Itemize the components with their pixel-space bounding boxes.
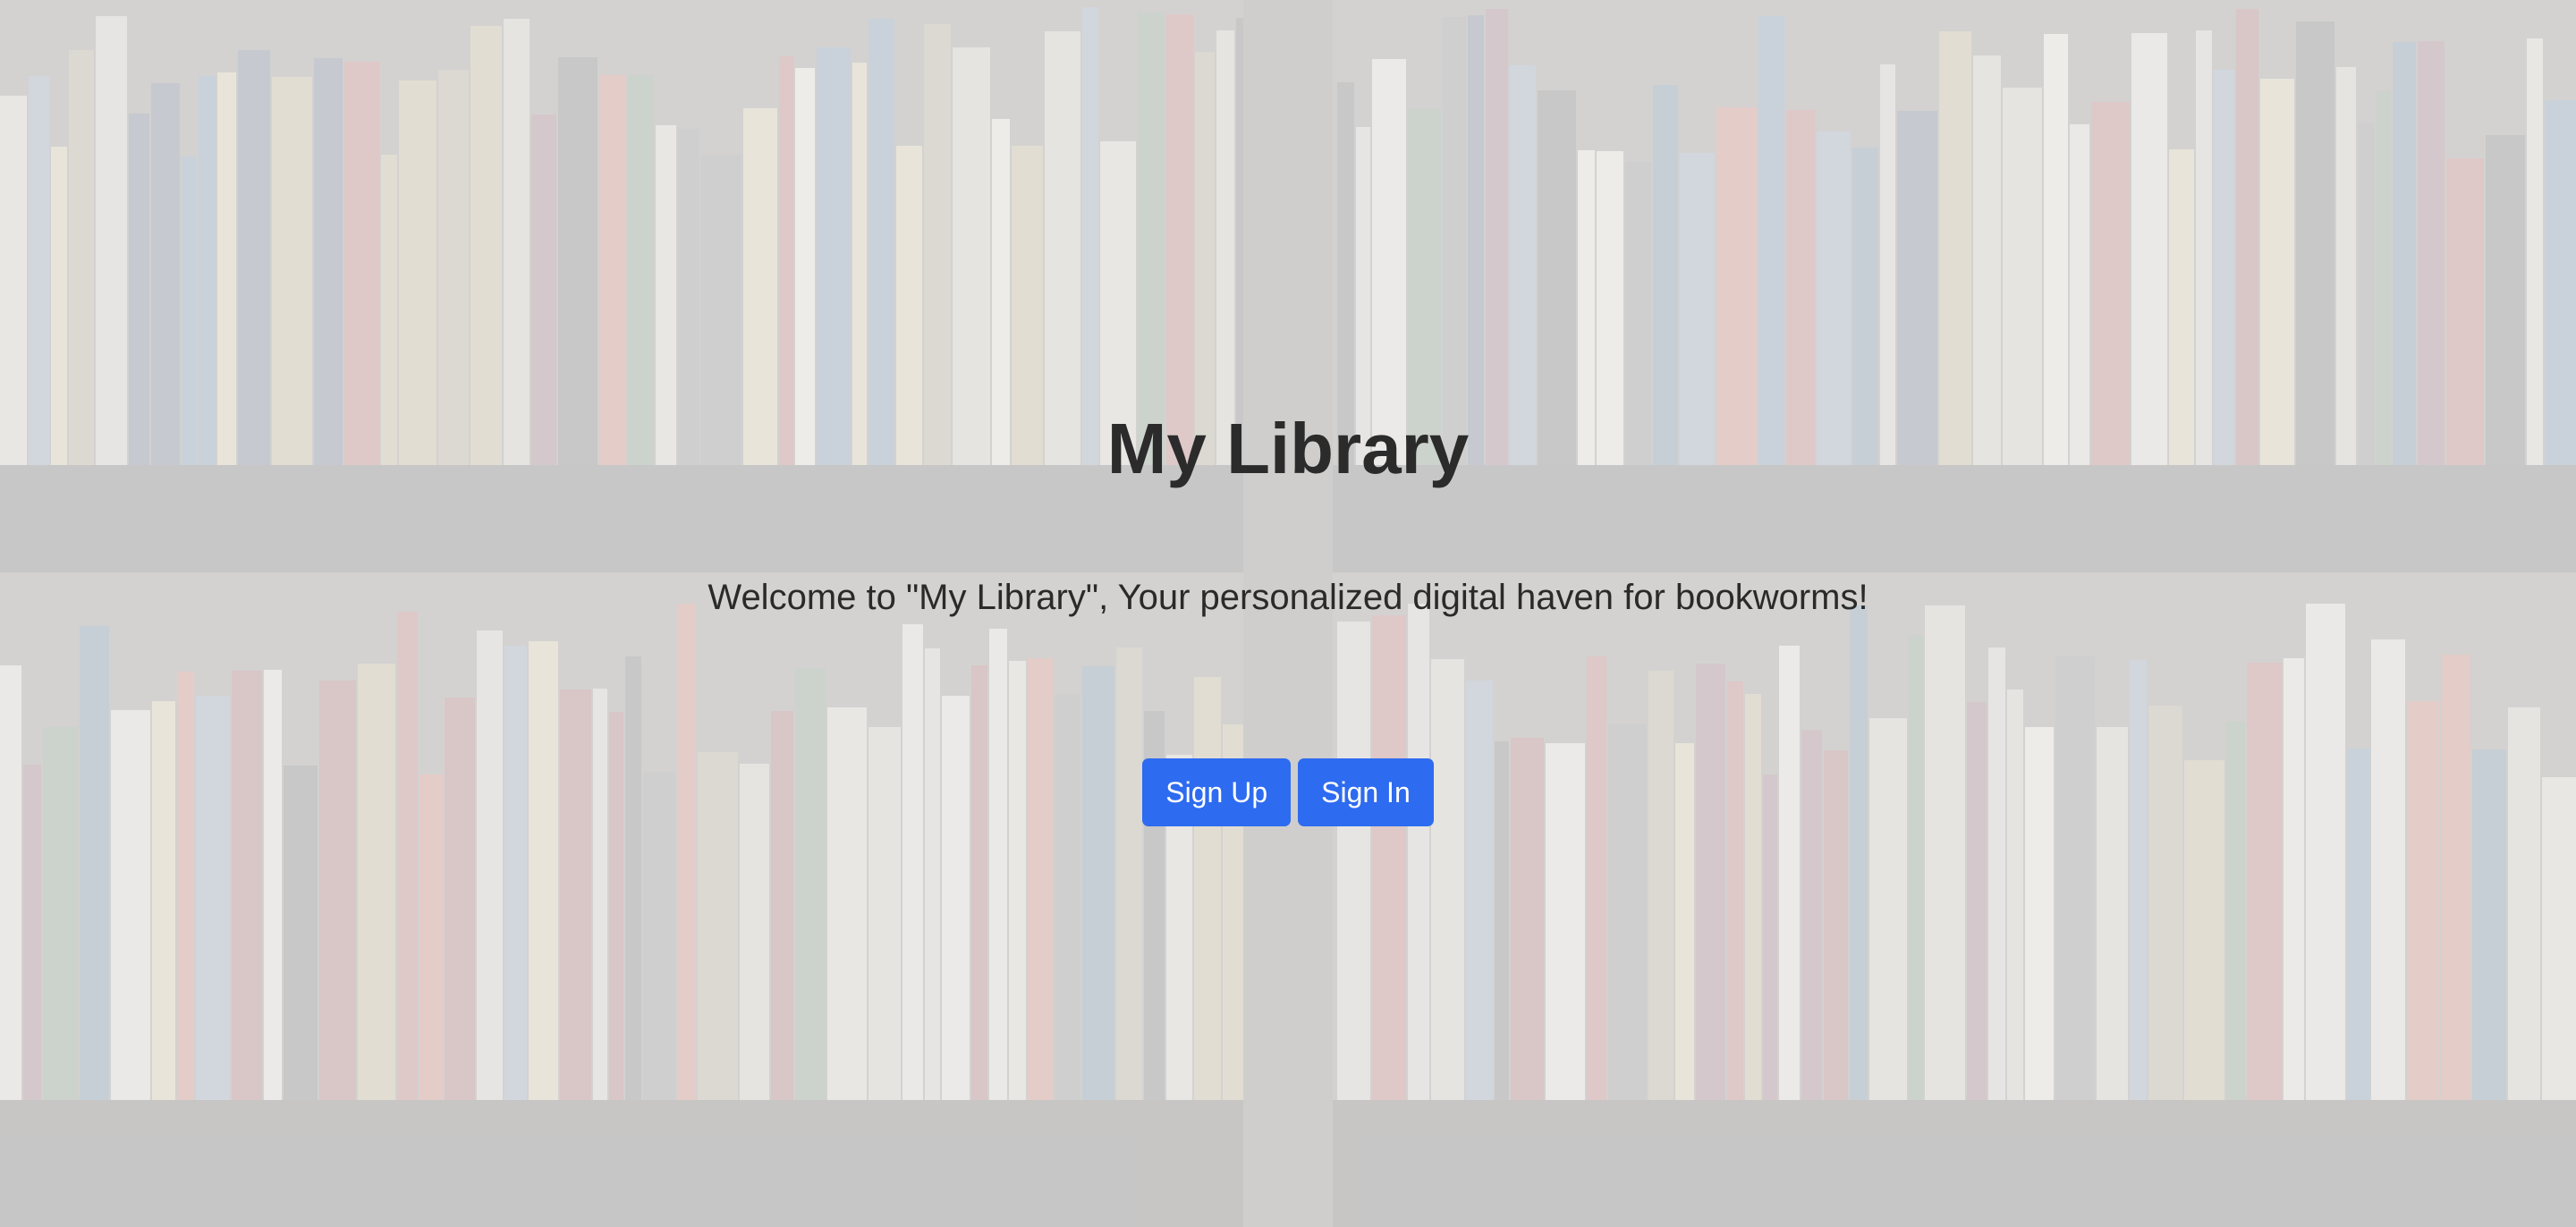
hero-section: My Library Welcome to "My Library", Your… [0, 0, 2576, 1227]
page-title: My Library [1106, 409, 1470, 488]
welcome-message: Welcome to "My Library", Your personaliz… [708, 578, 1868, 617]
sign-up-button[interactable]: Sign Up [1142, 758, 1292, 826]
sign-in-button[interactable]: Sign In [1298, 758, 1434, 826]
auth-actions: Sign Up Sign In [0, 758, 2576, 826]
landing-page: My Library Welcome to "My Library", Your… [0, 0, 2576, 1227]
